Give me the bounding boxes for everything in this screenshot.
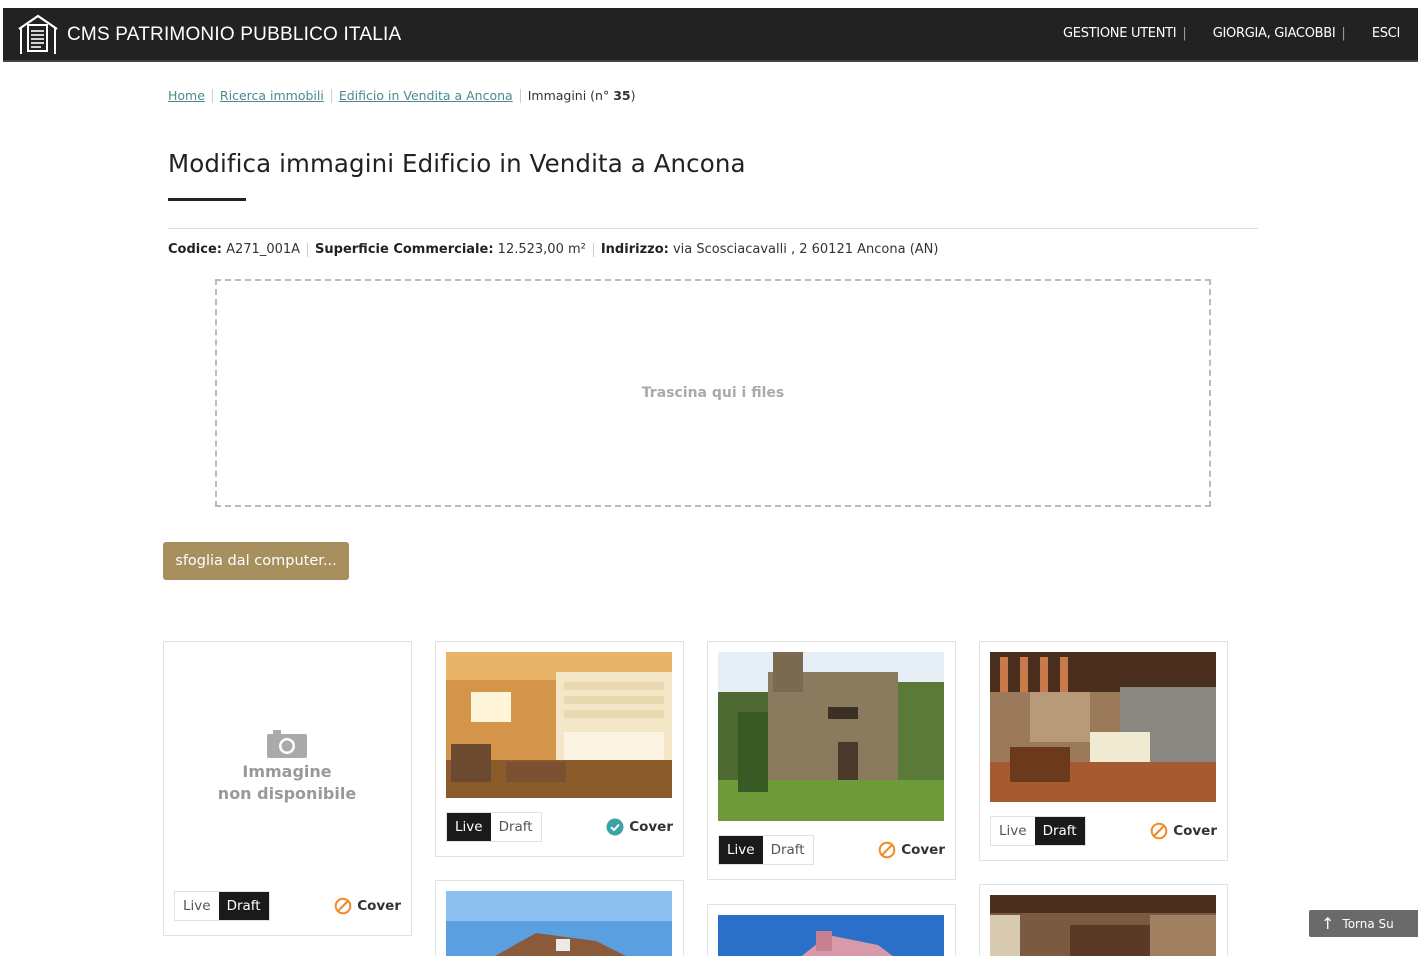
live-button[interactable]: Live bbox=[991, 817, 1035, 845]
image-card: Live Draft Cover bbox=[979, 641, 1228, 861]
live-button[interactable]: Live bbox=[447, 813, 491, 841]
set-cover-button[interactable]: Cover bbox=[1150, 822, 1217, 840]
browse-computer-button[interactable]: sfoglia dal computer... bbox=[163, 542, 349, 580]
breadcrumb-current: Immagini (n° 35) bbox=[528, 88, 636, 103]
image-card bbox=[435, 880, 684, 956]
draft-button[interactable]: Draft bbox=[762, 836, 813, 864]
property-photo-interior[interactable] bbox=[990, 895, 1216, 956]
breadcrumb: Home Ricerca immobili Edificio in Vendit… bbox=[168, 88, 636, 103]
property-photo-living-room[interactable] bbox=[990, 652, 1216, 802]
property-meta: Codice: A271_001A Superficie Commerciale… bbox=[168, 242, 938, 257]
nav-separator: | bbox=[1182, 25, 1187, 41]
back-to-top-label: Torna Su bbox=[1342, 916, 1394, 931]
breadcrumb-current-close: ) bbox=[630, 88, 636, 103]
cover-label: Cover bbox=[901, 842, 945, 858]
status-toggle: Live Draft bbox=[990, 816, 1086, 846]
property-photo-house[interactable] bbox=[446, 891, 672, 956]
breadcrumb-home[interactable]: Home bbox=[168, 88, 205, 103]
nav-separator: | bbox=[1341, 25, 1346, 41]
no-image-line2: non disponibile bbox=[217, 784, 357, 803]
code-value: A271_001A bbox=[226, 242, 301, 257]
dropzone-text: Trascina qui i files bbox=[641, 385, 785, 401]
brand-title: CMS PATRIMONIO PUBBLICO ITALIA bbox=[67, 24, 402, 45]
back-to-top-button[interactable]: ↑ Torna Su bbox=[1309, 910, 1418, 937]
breadcrumb-separator bbox=[519, 88, 521, 103]
page-title: Modifica immagini Edificio in Vendita a … bbox=[168, 149, 746, 178]
draft-button[interactable]: Draft bbox=[490, 813, 541, 841]
live-button[interactable]: Live bbox=[719, 836, 763, 864]
status-toggle: Live Draft bbox=[718, 835, 814, 865]
top-nav: GESTIONE UTENTI | GIORGIA, GIACOBBI | ES… bbox=[1063, 8, 1400, 58]
draft-button[interactable]: Draft bbox=[218, 892, 269, 920]
set-cover-button[interactable]: Cover bbox=[606, 818, 673, 836]
image-card bbox=[979, 884, 1228, 956]
camera-icon bbox=[267, 730, 307, 758]
brand[interactable]: CMS PATRIMONIO PUBBLICO ITALIA bbox=[15, 8, 401, 62]
card-controls: Live Draft Cover bbox=[446, 812, 673, 842]
address-value: via Scosciacavalli , 2 60121 Ancona (AN) bbox=[672, 242, 939, 257]
breadcrumb-search[interactable]: Ricerca immobili bbox=[220, 88, 324, 103]
nav-current-user[interactable]: GIORGIA, GIACOBBI bbox=[1213, 26, 1336, 41]
arrow-up-icon: ↑ bbox=[1321, 913, 1335, 933]
image-card bbox=[707, 904, 956, 956]
breadcrumb-separator bbox=[330, 88, 332, 103]
ban-icon bbox=[878, 841, 896, 859]
draft-button[interactable]: Draft bbox=[1034, 817, 1085, 845]
meta-separator bbox=[592, 242, 594, 257]
nav-logout[interactable]: ESCI bbox=[1372, 26, 1400, 41]
set-cover-button[interactable]: Cover bbox=[878, 841, 945, 859]
property-photo-kitchen[interactable] bbox=[446, 652, 672, 798]
check-circle-icon bbox=[606, 818, 624, 836]
image-card: Immagine non disponibile Live Draft Cove… bbox=[163, 641, 412, 936]
card-controls: Live Draft Cover bbox=[990, 816, 1217, 846]
ban-icon bbox=[1150, 822, 1168, 840]
building-document-icon bbox=[18, 14, 58, 54]
area-label: Superficie Commerciale: bbox=[315, 242, 494, 257]
divider bbox=[168, 228, 1258, 229]
no-image-placeholder: Immagine non disponibile bbox=[174, 652, 400, 882]
title-underline bbox=[168, 198, 246, 201]
address-label: Indirizzo: bbox=[600, 242, 669, 257]
set-cover-button[interactable]: Cover bbox=[334, 897, 401, 915]
no-image-line1: Immagine bbox=[242, 762, 332, 781]
ban-icon bbox=[334, 897, 352, 915]
code-label: Codice: bbox=[168, 242, 222, 257]
image-count: 35 bbox=[613, 88, 631, 103]
property-photo-pink-villa[interactable] bbox=[718, 915, 944, 956]
cover-label: Cover bbox=[629, 819, 673, 835]
property-photo-villa[interactable] bbox=[718, 652, 944, 821]
breadcrumb-property[interactable]: Edificio in Vendita a Ancona bbox=[339, 88, 513, 103]
status-toggle: Live Draft bbox=[174, 891, 270, 921]
cover-label: Cover bbox=[357, 898, 401, 914]
image-card: Live Draft Cover bbox=[435, 641, 684, 857]
status-toggle: Live Draft bbox=[446, 812, 542, 842]
live-button[interactable]: Live bbox=[175, 892, 219, 920]
top-navbar: CMS PATRIMONIO PUBBLICO ITALIA GESTIONE … bbox=[3, 8, 1418, 62]
meta-separator bbox=[307, 242, 309, 257]
card-controls: Live Draft Cover bbox=[718, 835, 945, 865]
card-controls: Live Draft Cover bbox=[174, 891, 401, 921]
file-dropzone[interactable]: Trascina qui i files bbox=[215, 279, 1211, 507]
breadcrumb-separator bbox=[211, 88, 213, 103]
breadcrumb-current-label: Immagini (n° bbox=[527, 88, 610, 103]
cover-label: Cover bbox=[1173, 823, 1217, 839]
area-value: 12.523,00 m² bbox=[497, 242, 586, 257]
image-card: Live Draft Cover bbox=[707, 641, 956, 880]
nav-user-management[interactable]: GESTIONE UTENTI bbox=[1063, 26, 1177, 41]
